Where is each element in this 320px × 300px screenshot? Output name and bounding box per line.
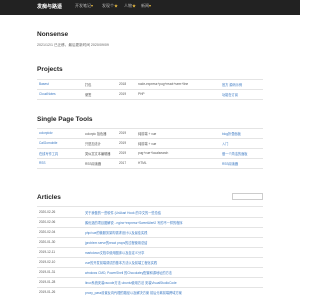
- list-item: 2020-01-30 jproblem serve的react props的过程使…: [37, 237, 263, 247]
- list-item: 2019-12-11 markdown文档中使用图床以及自定义分享: [37, 247, 263, 257]
- projects-title: Projects: [37, 66, 63, 73]
- top-navbar: 发痴与路遥 开发笔记▾ 发现个★ 人物★ 新闻▾: [0, 0, 300, 15]
- tool-name[interactable]: colorpickr: [39, 131, 84, 135]
- table-row: Basest 打包 2018 node-express+pug+react+se…: [37, 80, 263, 89]
- article-link[interactable]: php/vue的微服务架构需求设计以及最佳实践: [85, 230, 257, 235]
- article-link[interactable]: 关于我做的一些软件 (UrAkari Hook 的中文的一些总结: [85, 210, 257, 215]
- tool-year: 2019: [119, 151, 127, 156]
- tool-link[interactable]: blog折叠面板: [222, 131, 262, 136]
- chevron-down-icon: ▾: [91, 3, 94, 8]
- nav-item-news[interactable]: 新闻▾: [141, 3, 151, 9]
- article-date: 2020-01-30: [39, 240, 56, 244]
- list-item: 2020-02-26 关于我做的一些软件 (UrAkari Hook 的中文的一些…: [37, 207, 263, 217]
- list-item: 2020-02-06 鹅优选的项目图解说 - nginx+express+Swee…: [37, 217, 263, 227]
- table-row: CalGomobile 只是加法计 2019 纯前端 + vue 入门: [37, 139, 263, 148]
- tool-link[interactable]: RSS阅读器: [222, 161, 262, 166]
- article-date: 2019-01-31: [39, 270, 56, 274]
- article-date: 2019-02-10: [39, 260, 56, 264]
- nav-item-dev-notes[interactable]: 开发笔记▾: [75, 3, 93, 9]
- table-row: colorpickr colorpic 拾色器 2019 纯前端 + vue b…: [37, 129, 263, 138]
- article-date: 2020-02-04: [39, 230, 56, 234]
- spa-title: Single Page Tools: [37, 116, 93, 123]
- article-link[interactable]: windows CMD, PowerShell 的Chocolatey配置和源地…: [85, 270, 257, 275]
- article-link[interactable]: jproblem serve的react props的过程使用总结: [85, 240, 257, 245]
- tool-type: colorpic 拾色器: [85, 132, 107, 137]
- chevron-down-icon: ▾: [149, 3, 152, 8]
- divider: [37, 168, 263, 169]
- article-link[interactable]: proxy_pass设置反向代理的路径以及解决方案 前后分离前端跨域方案: [85, 290, 257, 295]
- nav-item-discover[interactable]: 发现个★: [102, 3, 118, 9]
- article-date: 2019-01-28: [39, 280, 56, 284]
- tool-name[interactable]: 在线写作工具: [39, 151, 84, 156]
- list-item: 2020-02-04 php/vue的微服务架构需求设计以及最佳实践: [37, 227, 263, 237]
- tool-link[interactable]: 入门: [222, 141, 262, 146]
- tool-name[interactable]: RSS: [39, 161, 84, 165]
- list-item: 2019-01-28 linux系统安装vscode方法 ubuntu使用方法 安…: [37, 277, 263, 287]
- article-date: 2020-02-06: [39, 220, 56, 224]
- star-icon: ★: [132, 3, 136, 8]
- tool-type: 只是加法计: [85, 142, 101, 147]
- article-link[interactable]: markdown文档中使用图床以及自定义分享: [85, 250, 257, 255]
- article-date: 2019-12-11: [39, 250, 56, 254]
- table-row: CloudNotes 便签 2019 PHP 功能在订阅: [37, 90, 263, 99]
- intro-title: Nonsense: [37, 31, 69, 38]
- tool-stack: 纯前端 + vue: [138, 132, 157, 137]
- star-icon: ★: [114, 3, 118, 8]
- articles-title: Articles: [37, 194, 61, 201]
- project-stack: PHP: [138, 92, 145, 97]
- list-item: 2019-01-26 proxy_pass设置反向代理的路径以及解决方案 前后分离…: [37, 287, 263, 297]
- nav-item-people[interactable]: 人物★: [124, 3, 136, 9]
- article-date: 2019-01-26: [39, 290, 56, 294]
- project-type: 打包: [85, 83, 92, 88]
- tool-link[interactable]: 做一个简洁的面板: [222, 151, 262, 156]
- tool-stack: 纯前端 + vue: [138, 142, 157, 147]
- article-link[interactable]: linux系统安装vscode方法 ubuntu使用方法 安装VisualStu…: [85, 280, 257, 285]
- table-row: 在线写作工具 类似富文本编辑器 2019 pug+vue+localsearch…: [37, 149, 263, 158]
- project-name[interactable]: CloudNotes: [39, 92, 84, 96]
- project-link[interactable]: 功能在订阅: [222, 92, 262, 97]
- list-item: 2019-01-31 windows CMD, PowerShell 的Choco…: [37, 267, 263, 277]
- tool-stack: pug+vue+localsearch: [138, 151, 169, 156]
- tool-name[interactable]: CalGomobile: [39, 141, 84, 145]
- project-type: 便签: [85, 93, 92, 98]
- table-row: RSS RSS阅读器 2017 HTML RSS阅读器: [37, 159, 263, 168]
- article-link[interactable]: 鹅优选的项目图解说 - nginx+express+SweetAlert2 写的…: [85, 220, 257, 225]
- project-year: 2019: [119, 92, 127, 97]
- tool-stack: HTML: [138, 161, 147, 166]
- article-link[interactable]: vue的开发前端调试的基本方法以及前端工程化实践: [85, 260, 257, 265]
- article-date: 2020-02-26: [39, 210, 56, 214]
- site-brand[interactable]: 发痴与路遥: [37, 3, 62, 10]
- tool-year: 2019: [119, 141, 127, 146]
- tool-year: 2017: [119, 161, 127, 166]
- divider: [37, 99, 263, 100]
- article-search-input[interactable]: [232, 193, 263, 200]
- project-link[interactable]: 官方 源码示例: [222, 82, 262, 87]
- tool-type: RSS阅读器: [85, 162, 102, 167]
- tool-year: 2019: [119, 131, 127, 136]
- project-stack: node-express+pug+react+sem+line: [138, 82, 189, 87]
- project-year: 2018: [119, 82, 127, 87]
- intro-subtitle: 2021/12/1 已迁移。最后更新时间 2020/09/09: [37, 43, 109, 47]
- list-item: 2019-02-10 vue的开发前端调试的基本方法以及前端工程化实践: [37, 257, 263, 267]
- tool-type: 类似富文本编辑器: [85, 152, 111, 157]
- project-name[interactable]: Basest: [39, 82, 84, 86]
